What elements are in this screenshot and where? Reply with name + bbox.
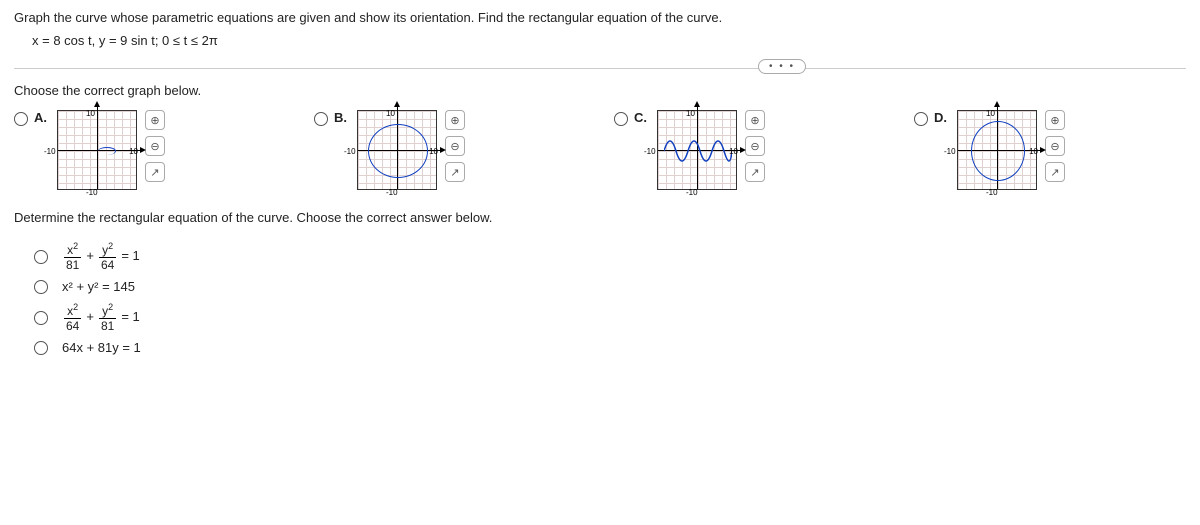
graph-c-tools: ⊕ ⊖ ↗ [745, 110, 765, 182]
eq3-frac2: y2 81 [99, 300, 116, 333]
tick-bot: -10 [986, 188, 998, 197]
graph-d: 10 -10 10 -10 [957, 110, 1037, 190]
radio-eq1[interactable] [34, 250, 48, 264]
option-a: A. 10 -10 10 -10 ⊕ ⊖ ↗ [14, 110, 314, 190]
parametric-equation: x = 8 cos t, y = 9 sin t; 0 ≤ t ≤ 2π [14, 33, 1186, 48]
tick-right: 10 [429, 147, 438, 156]
eq4-text: 64x + 81y = 1 [62, 340, 141, 355]
graph-c: 10 -10 10 -10 [657, 110, 737, 190]
radio-eq2[interactable] [34, 280, 48, 294]
radio-c[interactable] [614, 112, 628, 126]
tick-top: 10 [386, 109, 395, 118]
eq1-frac1: x2 81 [64, 239, 81, 272]
option-b-label: B. [334, 110, 347, 125]
section-divider: • • • [14, 68, 1186, 69]
graph-options-row: A. 10 -10 10 -10 ⊕ ⊖ ↗ B. [14, 110, 1186, 190]
zoom-in-icon[interactable]: ⊕ [745, 110, 765, 130]
radio-d[interactable] [914, 112, 928, 126]
eq-option-3: x2 64 + y2 81 = 1 [14, 300, 1186, 333]
option-b: B. 10 -10 10 -10 ⊕ ⊖ ↗ [314, 110, 614, 190]
radio-b[interactable] [314, 112, 328, 126]
tick-bot: -10 [86, 188, 98, 197]
tick-right: 10 [129, 147, 138, 156]
graph-prompt: Choose the correct graph below. [14, 83, 1186, 98]
ellipsis-badge[interactable]: • • • [758, 59, 806, 74]
graph-a: 10 -10 10 -10 [57, 110, 137, 190]
sine-curve [664, 131, 732, 171]
eq-option-1: x2 81 + y2 64 = 1 [14, 239, 1186, 272]
graph-b: 10 -10 10 -10 [357, 110, 437, 190]
popout-icon[interactable]: ↗ [745, 162, 765, 182]
zoom-in-icon[interactable]: ⊕ [445, 110, 465, 130]
eq-option-4: 64x + 81y = 1 [14, 339, 1186, 355]
tick-bot: -10 [386, 188, 398, 197]
graph-b-tools: ⊕ ⊖ ↗ [445, 110, 465, 182]
zoom-out-icon[interactable]: ⊖ [745, 136, 765, 156]
zoom-out-icon[interactable]: ⊖ [1045, 136, 1065, 156]
popout-icon[interactable]: ↗ [145, 162, 165, 182]
eq1-rhs: = 1 [121, 248, 139, 263]
radio-eq3[interactable] [34, 311, 48, 325]
graph-d-tools: ⊕ ⊖ ↗ [1045, 110, 1065, 182]
option-c: C. 10 -10 10 -10 ⊕ ⊖ ↗ [614, 110, 914, 190]
zoom-in-icon[interactable]: ⊕ [145, 110, 165, 130]
tick-top: 10 [686, 109, 695, 118]
eq1-frac2: y2 64 [99, 239, 116, 272]
option-d: D. 10 -10 10 -10 ⊕ ⊖ ↗ [914, 110, 1200, 190]
tick-bot: -10 [686, 188, 698, 197]
tick-left: -10 [944, 147, 956, 156]
eq3-frac1: x2 64 [64, 300, 81, 333]
eq2-text: x² + y² = 145 [62, 279, 135, 294]
option-c-label: C. [634, 110, 647, 125]
zoom-out-icon[interactable]: ⊖ [145, 136, 165, 156]
tick-top: 10 [986, 109, 995, 118]
tick-right: 10 [1029, 147, 1038, 156]
option-a-label: A. [34, 110, 47, 125]
option-d-label: D. [934, 110, 947, 125]
eq1-plus: + [86, 248, 94, 263]
eq-option-2: x² + y² = 145 [14, 278, 1186, 294]
graph-a-tools: ⊕ ⊖ ↗ [145, 110, 165, 182]
tick-right: 10 [729, 147, 738, 156]
tick-left: -10 [644, 147, 656, 156]
tick-left: -10 [344, 147, 356, 156]
eq3-plus: + [86, 309, 94, 324]
zoom-out-icon[interactable]: ⊖ [445, 136, 465, 156]
zoom-in-icon[interactable]: ⊕ [1045, 110, 1065, 130]
eq3-rhs: = 1 [121, 309, 139, 324]
popout-icon[interactable]: ↗ [1045, 162, 1065, 182]
equation-prompt: Determine the rectangular equation of th… [14, 210, 1186, 225]
radio-eq4[interactable] [34, 341, 48, 355]
question-text: Graph the curve whose parametric equatio… [14, 10, 1186, 25]
popout-icon[interactable]: ↗ [445, 162, 465, 182]
tick-left: -10 [44, 147, 56, 156]
radio-a[interactable] [14, 112, 28, 126]
tick-top: 10 [86, 109, 95, 118]
